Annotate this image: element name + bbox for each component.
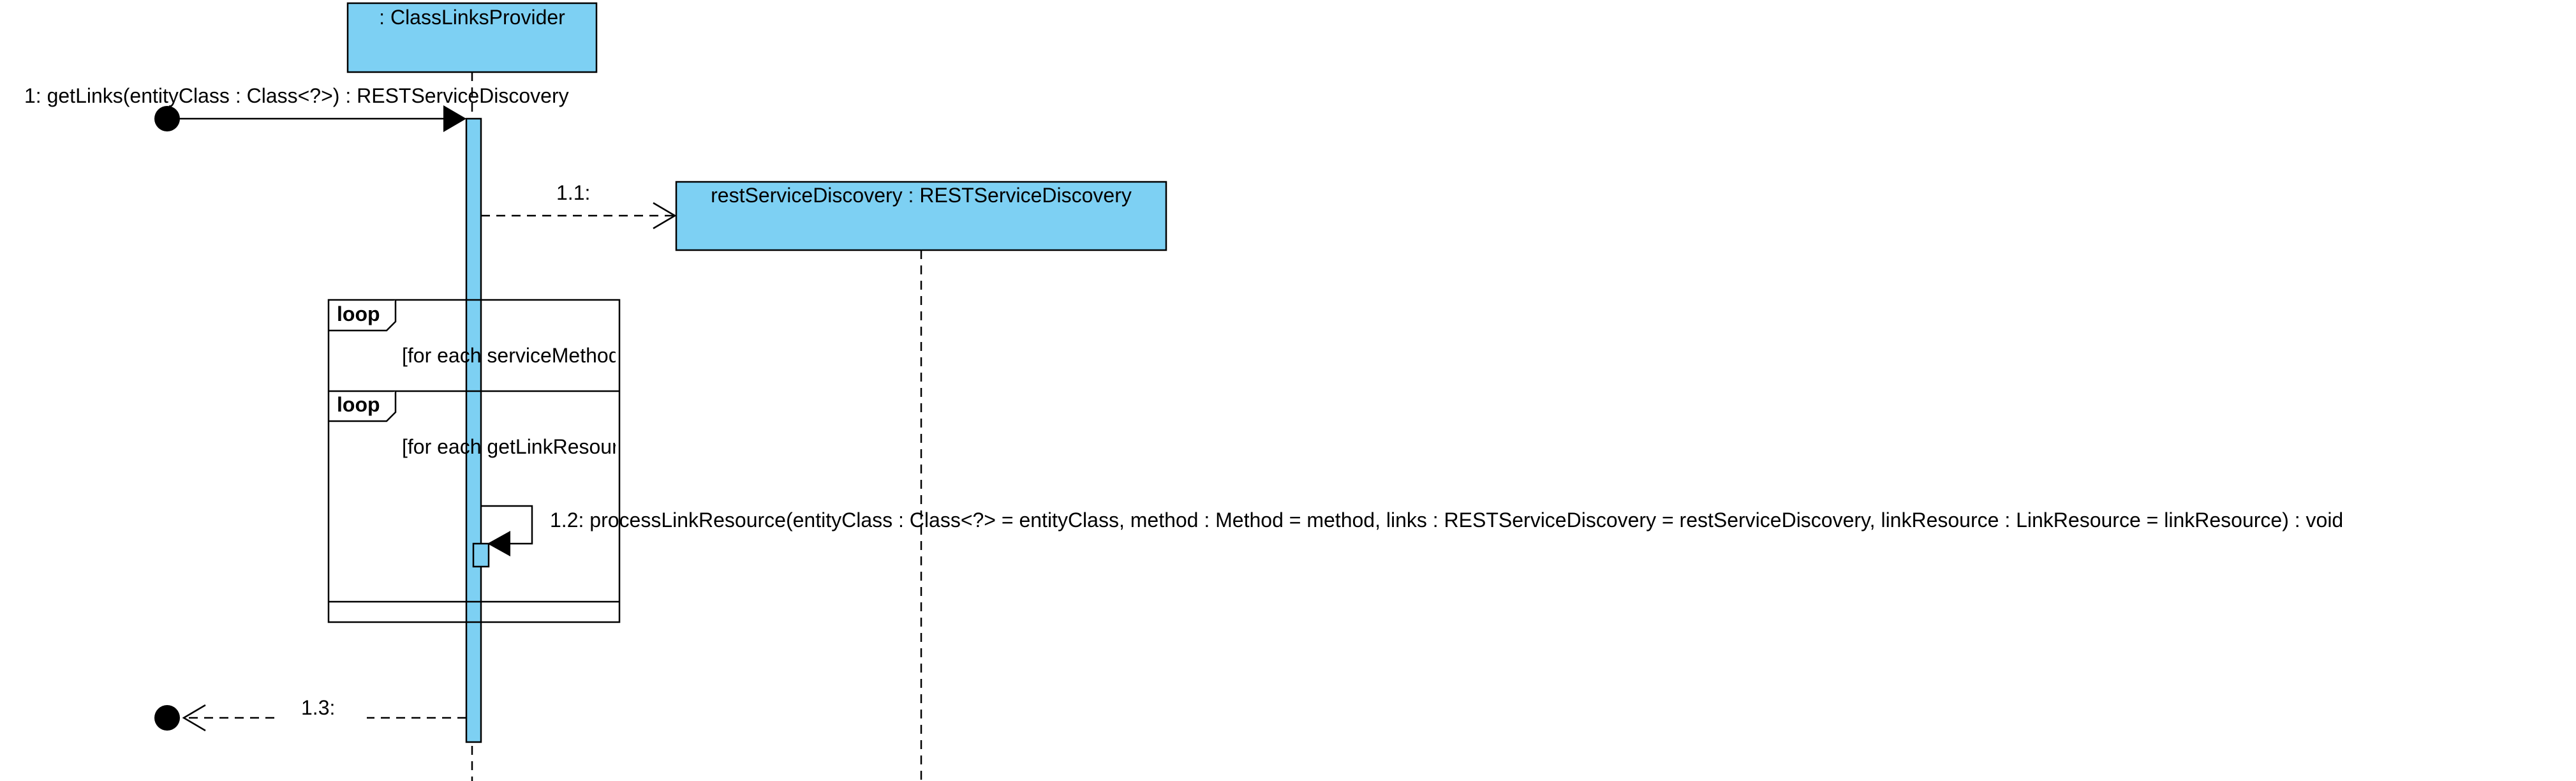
lifeline-label-class-links-provider: : ClassLinksProvider: [379, 6, 565, 29]
loop-operator-label-outer: loop: [337, 302, 380, 325]
message-1-arrowhead: [443, 105, 466, 132]
loop-fragment-inner: loop [for each getLinkResource]: [329, 390, 646, 458]
sequence-diagram: : ClassLinksProvider restServiceDiscover…: [24, 2, 2343, 781]
loop-operator-label-inner: loop: [337, 393, 380, 416]
loop-guard-outer: [for each serviceMethod]: [402, 344, 625, 367]
message-1-3-reply[interactable]: 1.3:: [154, 696, 466, 732]
lifeline-label-rest-service-discovery: restServiceDiscovery : RESTServiceDiscov…: [711, 184, 1132, 207]
loop-guard-inner: [for each getLinkResource]: [402, 435, 646, 458]
activation-bar-nested: [472, 542, 490, 568]
activation-bar-provider: [465, 117, 482, 743]
lost-message-end-dot: [154, 705, 180, 731]
message-1-2-arrowhead: [487, 531, 510, 556]
message-1-get-links[interactable]: 1: getLinks(entityClass : Class<?>) : RE…: [24, 84, 569, 132]
message-1-label: 1: getLinks(entityClass : Class<?>) : RE…: [24, 84, 569, 107]
lifeline-rest-service-discovery[interactable]: restServiceDiscovery : RESTServiceDiscov…: [675, 181, 1167, 781]
message-1-2-label: 1.2: processLinkResource(entityClass : C…: [550, 509, 2343, 532]
message-1-2-self-call[interactable]: 1.2: processLinkResource(entityClass : C…: [472, 505, 2343, 568]
message-1-1-create[interactable]: 1.1:: [481, 181, 677, 230]
message-1-1-label: 1.1:: [556, 181, 590, 204]
message-1-3-label: 1.3:: [301, 696, 335, 719]
